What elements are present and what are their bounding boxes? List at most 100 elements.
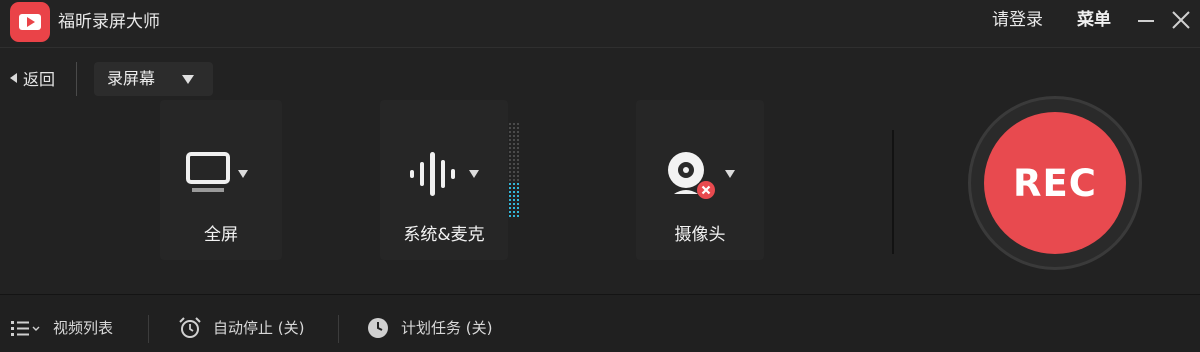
bottom-divider (338, 315, 339, 343)
level-dot (517, 183, 519, 185)
level-dot (517, 203, 519, 205)
level-dot (517, 215, 519, 217)
level-dot (509, 123, 511, 125)
level-dot (517, 195, 519, 197)
level-dot (513, 199, 515, 201)
level-dot (517, 207, 519, 209)
menu-button[interactable]: 菜单 (1077, 9, 1111, 31)
video-list-button[interactable]: 视频列表 (10, 317, 113, 339)
schedule-task-label: 计划任务 (关) (401, 319, 493, 337)
camera-dropdown-icon[interactable] (725, 170, 735, 178)
screen-dropdown-icon[interactable] (238, 170, 248, 178)
mode-select-label: 录屏幕 (107, 69, 156, 88)
audio-wave-icon (410, 152, 455, 196)
camera-source-label: 摄像头 (674, 225, 726, 245)
level-dot (513, 135, 515, 137)
monitor-icon (186, 152, 230, 192)
level-dot (513, 207, 515, 209)
level-dot (513, 131, 515, 133)
level-dot (513, 183, 515, 185)
back-label: 返回 (23, 70, 56, 89)
schedule-task-button[interactable]: 计划任务 (关) (366, 317, 492, 339)
level-dot (509, 131, 511, 133)
level-dot (513, 179, 515, 181)
level-dot (509, 183, 511, 185)
level-dot (517, 167, 519, 169)
level-dot (517, 131, 519, 133)
level-dot (517, 175, 519, 177)
level-dot (513, 187, 515, 189)
app-logo-icon (10, 2, 50, 42)
alarm-clock-icon (179, 317, 201, 338)
camera-source-tile[interactable]: 摄像头 (636, 100, 764, 260)
app-title: 福昕录屏大师 (58, 12, 160, 32)
level-dot (517, 139, 519, 141)
level-dot (517, 187, 519, 189)
level-dot (513, 195, 515, 197)
back-button[interactable]: 返回 (10, 67, 55, 89)
screen-source-label: 全屏 (204, 225, 238, 245)
level-dot (509, 147, 511, 149)
back-arrow-icon (10, 73, 17, 83)
level-dot (509, 187, 511, 189)
level-dot (513, 123, 515, 125)
level-dot (513, 143, 515, 145)
level-dot (513, 151, 515, 153)
mode-select[interactable]: 录屏幕 (94, 62, 213, 96)
level-dot (513, 139, 515, 141)
level-dot (517, 123, 519, 125)
audio-source-tile[interactable]: 系统&麦克 (380, 100, 508, 260)
level-dot (513, 191, 515, 193)
level-dot (509, 127, 511, 129)
list-icon (11, 321, 40, 336)
auto-stop-button[interactable]: 自动停止 (关) (178, 317, 304, 339)
record-button[interactable]: REC (968, 96, 1142, 270)
level-dot (509, 203, 511, 205)
level-dot (513, 215, 515, 217)
level-dot (513, 127, 515, 129)
level-dot (509, 179, 511, 181)
level-dot (517, 135, 519, 137)
screen-source-tile[interactable]: 全屏 (160, 100, 282, 260)
level-dot (513, 147, 515, 149)
close-icon[interactable] (1170, 9, 1192, 31)
login-button[interactable]: 请登录 (992, 9, 1043, 31)
level-dot (517, 155, 519, 157)
level-dot (509, 195, 511, 197)
level-dot (509, 215, 511, 217)
minimize-icon[interactable] (1136, 10, 1156, 30)
level-dot (509, 191, 511, 193)
level-dot (509, 211, 511, 213)
level-dot (513, 175, 515, 177)
level-dot (517, 171, 519, 173)
level-dot (509, 207, 511, 209)
level-dot (517, 179, 519, 181)
camera-disabled-icon (697, 181, 715, 199)
level-dot (509, 199, 511, 201)
level-dot (509, 135, 511, 137)
level-dot (513, 167, 515, 169)
level-dot (509, 175, 511, 177)
level-dot (517, 127, 519, 129)
level-dot (513, 155, 515, 157)
level-dot (509, 151, 511, 153)
audio-level-meter (509, 123, 519, 217)
level-dot (517, 199, 519, 201)
level-dot (509, 143, 511, 145)
level-dot (517, 147, 519, 149)
level-dot (517, 159, 519, 161)
level-dot (509, 171, 511, 173)
record-button-face: REC (984, 112, 1126, 254)
bottom-divider (148, 315, 149, 343)
level-dot (513, 159, 515, 161)
level-dot (513, 171, 515, 173)
level-dot (517, 143, 519, 145)
record-label: REC (1013, 161, 1097, 205)
level-dot (513, 211, 515, 213)
level-dot (517, 191, 519, 193)
audio-dropdown-icon[interactable] (469, 170, 479, 178)
level-dot (509, 167, 511, 169)
level-dot (509, 139, 511, 141)
toolbar-divider (76, 62, 77, 96)
level-dot (509, 163, 511, 165)
